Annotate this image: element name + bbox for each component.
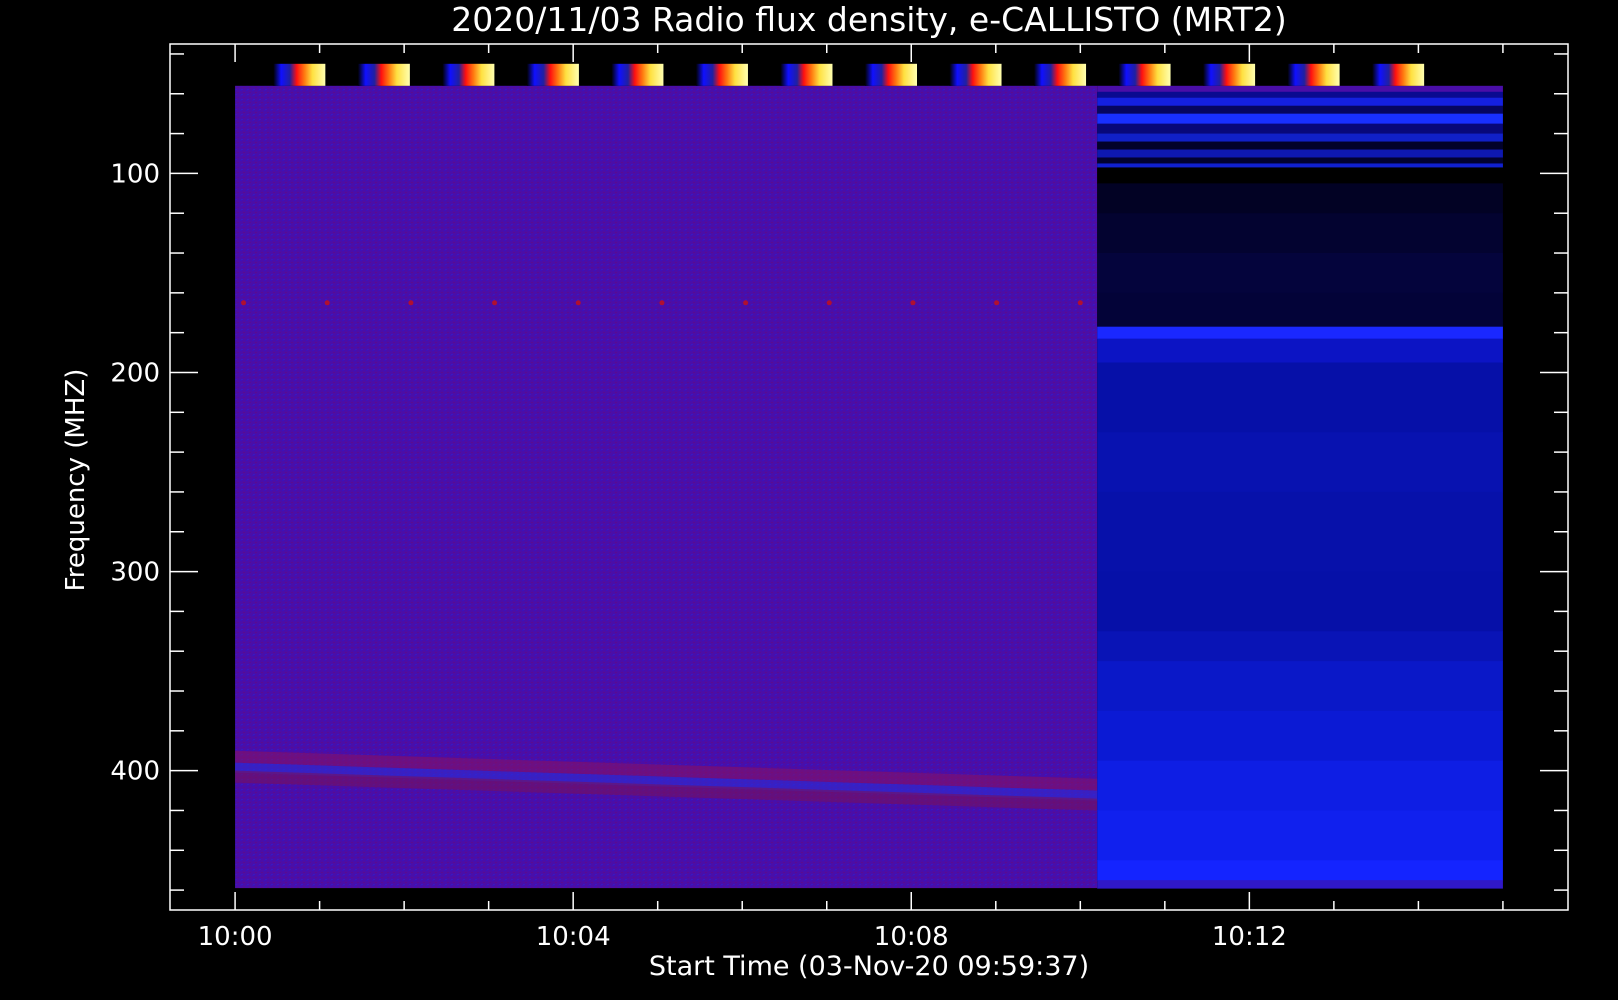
calibration-marker — [1372, 63, 1425, 86]
rfi-dot — [659, 300, 665, 306]
rfi-dot — [241, 300, 247, 306]
frequency-band — [1097, 362, 1503, 433]
x-tick-label: 10:00 — [198, 922, 273, 952]
frequency-band — [1097, 292, 1503, 328]
rfi-dot — [743, 300, 749, 306]
frequency-band — [1097, 163, 1503, 168]
frequency-band — [1097, 123, 1503, 135]
y-axis-label: Frequency (MHZ) — [61, 369, 91, 592]
y-tick-label: 100 — [110, 159, 160, 189]
spectrogram-chart: 2020/11/03 Radio flux density, e-CALLIST… — [61, 0, 1569, 982]
frequency-band — [1097, 113, 1503, 125]
calibration-marker — [1287, 63, 1340, 86]
frequency-band — [1097, 860, 1503, 881]
frequency-band — [1097, 213, 1503, 254]
calibration-marker — [1034, 63, 1087, 86]
calibration-marker — [949, 63, 1002, 86]
y-tick-label: 200 — [110, 358, 160, 388]
frequency-band — [1097, 133, 1503, 143]
frequency-band — [1097, 157, 1503, 164]
frequency-band — [1097, 253, 1503, 294]
frequency-band — [1097, 880, 1503, 889]
rfi-dot — [324, 300, 330, 306]
frequency-band — [1097, 760, 1503, 811]
frequency-band — [1097, 141, 1503, 151]
rfi-dot — [408, 300, 414, 306]
calibration-marker — [1118, 63, 1171, 86]
calibration-marker — [780, 63, 833, 86]
spectrogram-segment-2 — [1097, 85, 1503, 889]
rfi-dot — [910, 300, 916, 306]
frequency-band — [1097, 85, 1503, 93]
calibration-marker — [526, 63, 579, 86]
calibration-marker — [357, 63, 410, 86]
calibration-marker — [273, 63, 326, 86]
chart-title: 2020/11/03 Radio flux density, e-CALLIST… — [451, 0, 1286, 39]
frequency-band — [1097, 167, 1503, 184]
frequency-band — [1097, 91, 1503, 99]
calibration-marker — [442, 63, 495, 86]
x-tick-label: 10:08 — [874, 922, 949, 952]
rfi-dot — [1077, 300, 1083, 306]
x-tick-label: 10:04 — [536, 922, 611, 952]
frequency-band — [1097, 338, 1503, 364]
frequency-band — [1097, 810, 1503, 861]
rfi-dot — [994, 300, 1000, 306]
calibration-marker — [865, 63, 917, 86]
rfi-dot — [575, 300, 581, 306]
frequency-band — [1097, 571, 1503, 632]
frequency-band — [1097, 710, 1503, 762]
frequency-band — [1097, 105, 1503, 115]
frequency-band — [1097, 183, 1503, 214]
frequency-band — [1097, 149, 1503, 158]
frequency-band — [1097, 491, 1503, 573]
frequency-band — [1097, 631, 1503, 662]
frequency-band — [1097, 97, 1503, 107]
frequency-band — [1097, 661, 1503, 712]
x-tick-label: 10:12 — [1212, 922, 1287, 952]
y-tick-label: 300 — [110, 558, 160, 588]
rfi-dot — [492, 300, 498, 306]
rfi-dot — [826, 300, 832, 306]
y-tick-label: 400 — [110, 757, 160, 787]
calibration-marker — [1203, 63, 1256, 86]
frequency-band — [1097, 432, 1503, 493]
calibration-marker — [695, 63, 748, 86]
calibration-marker — [611, 63, 664, 86]
x-axis-label: Start Time (03-Nov-20 09:59:37) — [649, 951, 1089, 982]
frequency-band — [1097, 326, 1503, 340]
